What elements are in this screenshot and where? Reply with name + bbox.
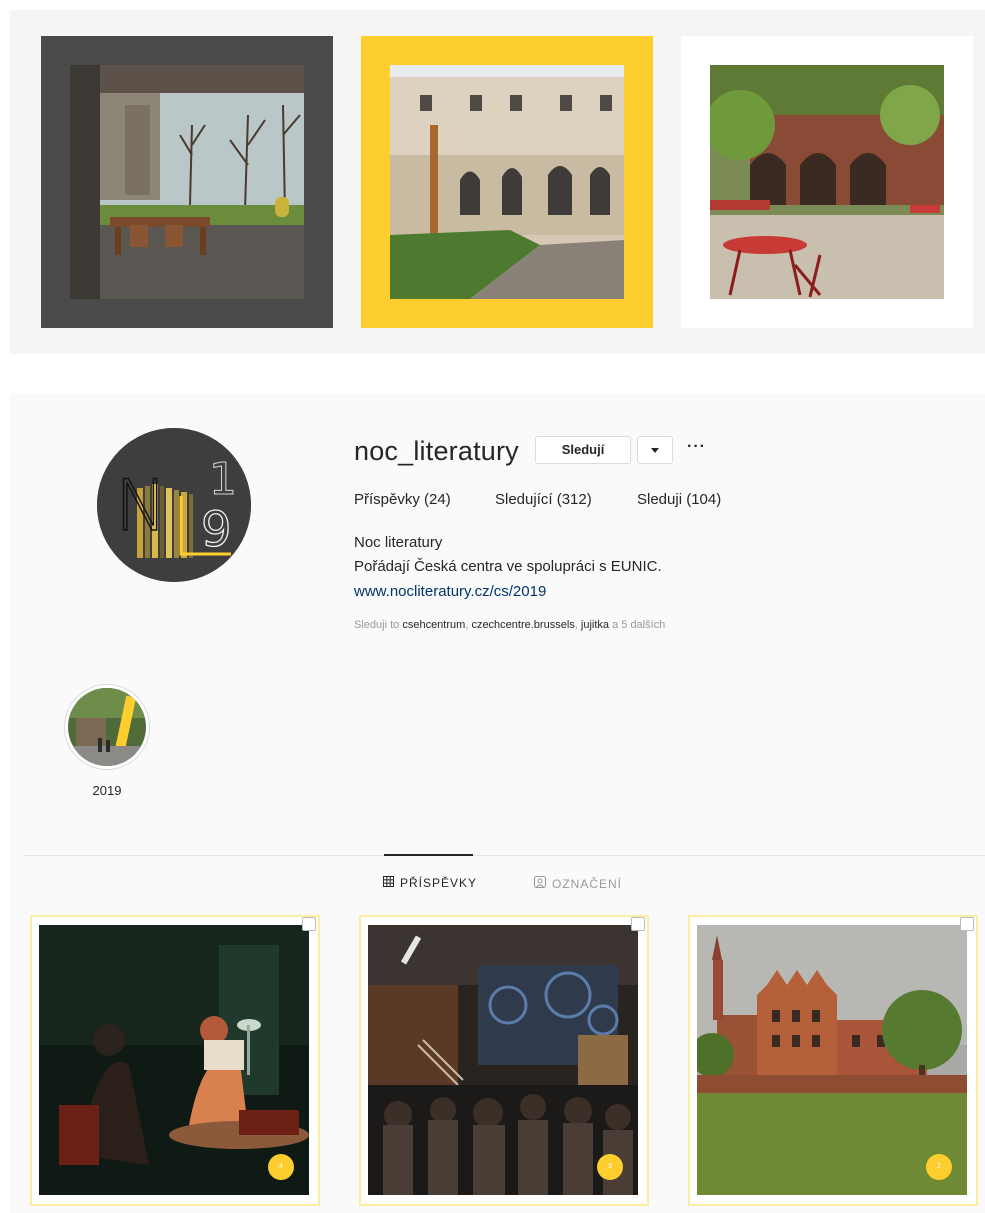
stat-followers[interactable]: Sledující (312) — [495, 491, 592, 508]
multiple-photos-icon — [302, 917, 316, 931]
profile-avatar[interactable]: N 1 9 — [97, 428, 251, 582]
stat-followers-label: Sledující — [495, 491, 553, 508]
stat-following[interactable]: Sleduji (104) — [637, 491, 721, 508]
post-image-crowd-hall — [368, 925, 638, 1195]
multiple-photos-icon — [631, 917, 645, 931]
active-tab-indicator — [384, 854, 473, 856]
followed-by-prefix: Sleduji to — [354, 619, 400, 631]
stat-following-count: 104 — [691, 491, 717, 508]
followed-by-account[interactable]: jujitka — [581, 619, 609, 631]
multiple-photos-icon — [960, 917, 974, 931]
followed-by-suffix[interactable]: a 5 dalších — [612, 619, 665, 631]
following-button[interactable]: Sledují — [535, 436, 631, 464]
bio-name: Noc literatury — [354, 534, 443, 551]
tab-posts[interactable]: PŘÍSPĚVKY — [383, 876, 477, 890]
grid-icon — [383, 876, 394, 890]
post-thumbnail[interactable]: 2 — [688, 915, 978, 1206]
svg-text:9: 9 — [201, 502, 232, 558]
caret-down-icon — [651, 448, 659, 453]
stat-following-label: Sleduji — [637, 491, 683, 508]
tab-tagged-label: OZNAČENÍ — [552, 876, 623, 891]
top-photo-strip — [10, 10, 985, 354]
post-count-badge: 2 — [926, 1154, 952, 1180]
profile-username: noc_literatury — [354, 436, 519, 466]
followed-by-account[interactable]: csehcentrum — [402, 619, 465, 631]
framed-photo-white — [681, 36, 973, 328]
post-count-badge: 3 — [597, 1154, 623, 1180]
photo-garden-cafe — [710, 65, 944, 299]
post-count-badge: 4 — [268, 1154, 294, 1180]
photo-terrace — [70, 65, 304, 299]
tab-tagged[interactable]: OZNAČENÍ — [534, 876, 622, 891]
stat-followers-count: 312 — [561, 491, 587, 508]
bio-website-link[interactable]: www.nocliteratury.cz/cs/2019 — [354, 583, 546, 600]
followed-by-account[interactable]: czechcentre.brussels — [471, 619, 574, 631]
tagged-person-icon — [534, 876, 546, 891]
tabs-divider — [24, 855, 985, 856]
post-thumbnail[interactable]: 3 — [359, 915, 649, 1206]
photo-cloister — [390, 65, 624, 299]
story-highlight-cover — [68, 688, 146, 766]
followed-by-line: Sleduji to csehcentrum, czechcentre.brus… — [354, 619, 666, 631]
stat-posts[interactable]: Příspěvky (24) — [354, 491, 451, 508]
post-image-brick-building — [697, 925, 967, 1195]
framed-photo-yellow — [361, 36, 653, 328]
svg-text:1: 1 — [209, 454, 237, 505]
framed-photo-dark — [41, 36, 333, 328]
bio-text: Pořádají Česká centra ve spolupráci s EU… — [354, 558, 662, 575]
svg-text:N: N — [115, 465, 167, 547]
stat-posts-count: 24 — [429, 491, 446, 508]
post-thumbnail[interactable]: 4 — [30, 915, 320, 1206]
suggestions-dropdown-button[interactable] — [637, 436, 673, 464]
story-highlight-label: 2019 — [92, 783, 122, 798]
stat-posts-label: Příspěvky — [354, 491, 420, 508]
more-options-button[interactable]: ··· — [687, 438, 706, 456]
story-highlight[interactable] — [64, 684, 150, 770]
post-image-reading — [39, 925, 309, 1195]
tab-posts-label: PŘÍSPĚVKY — [400, 876, 478, 890]
